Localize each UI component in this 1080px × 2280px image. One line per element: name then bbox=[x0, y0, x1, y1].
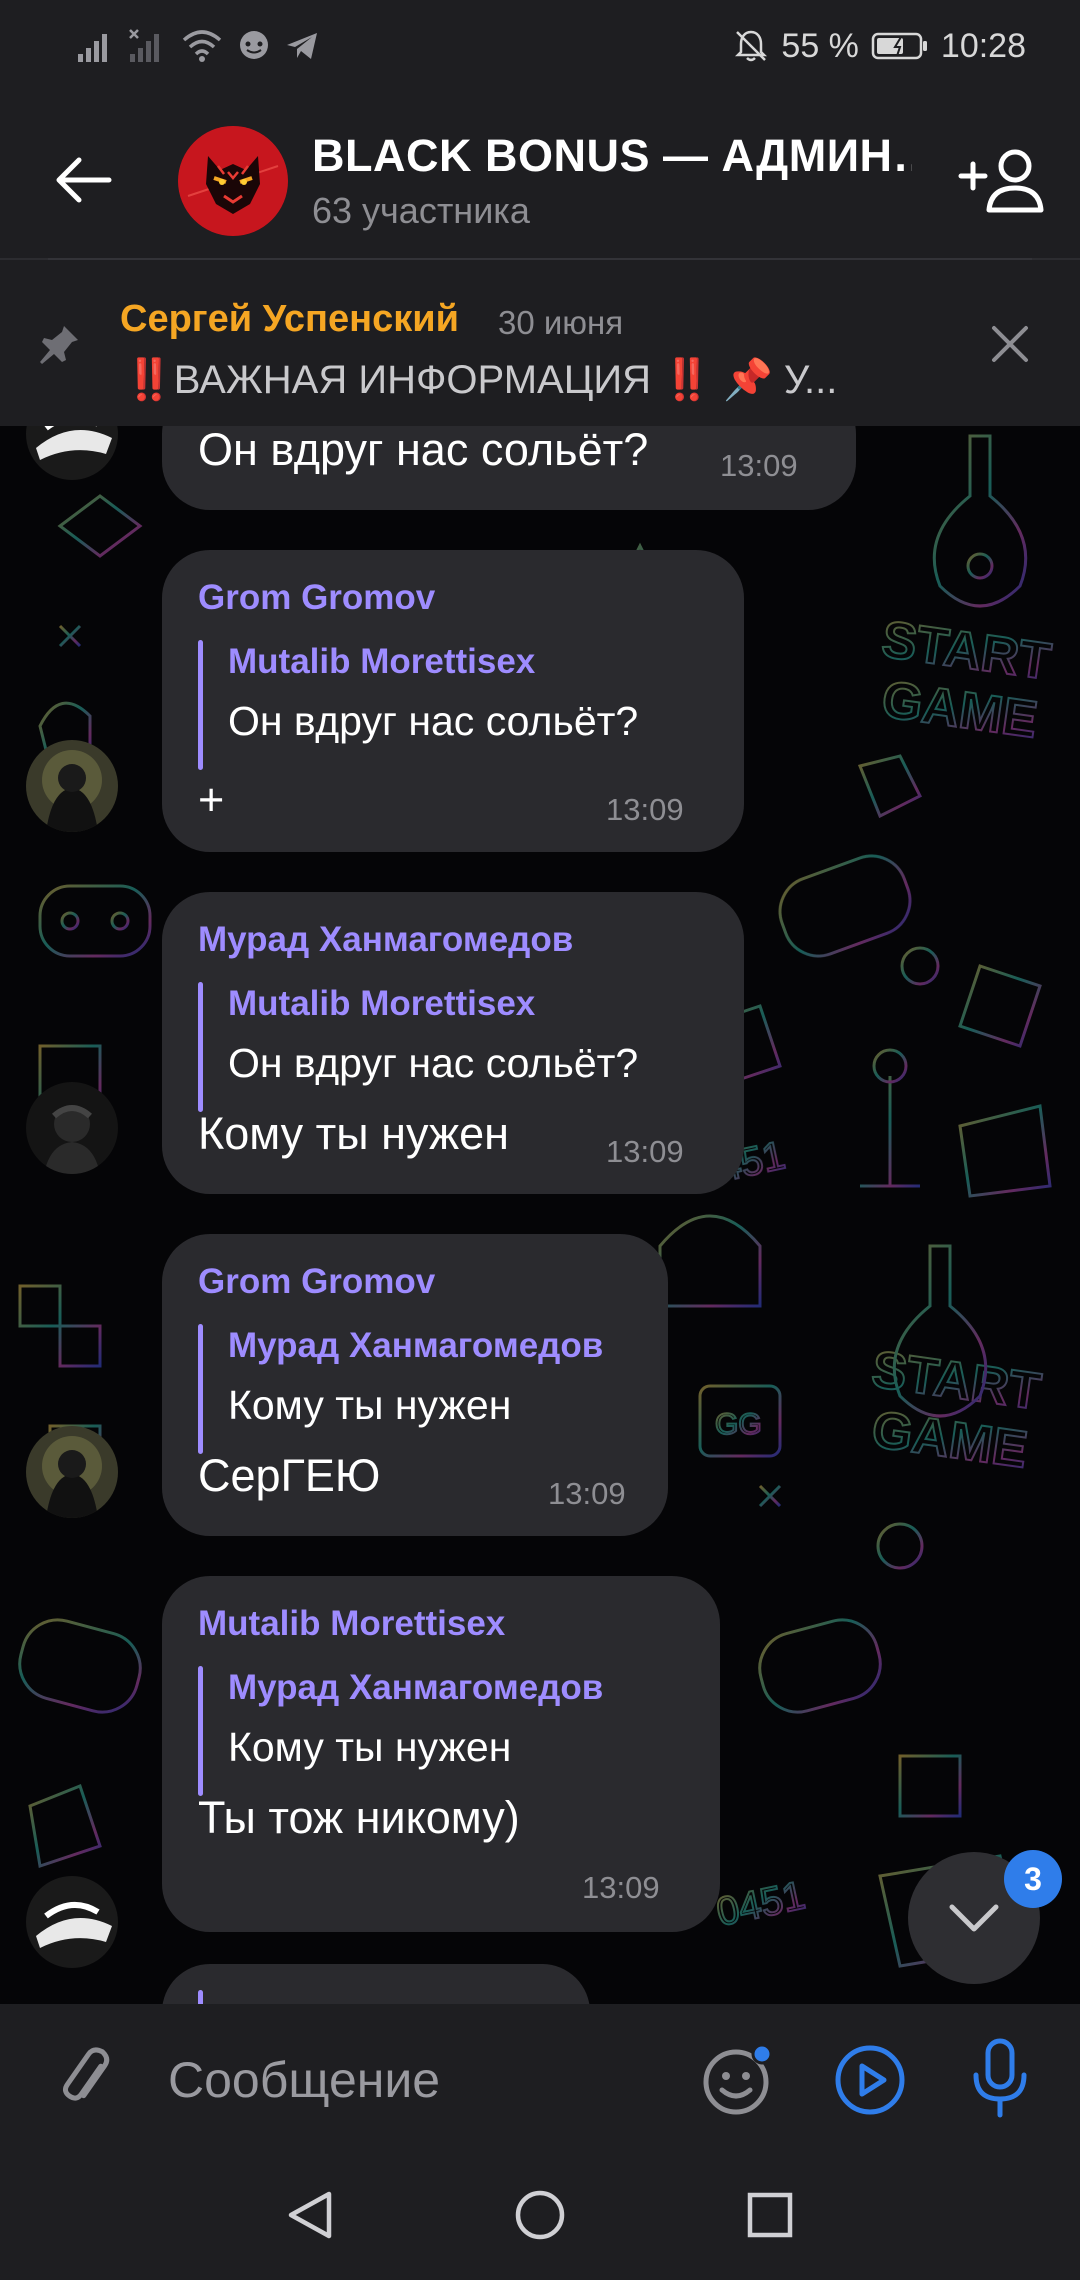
video-message-button[interactable] bbox=[830, 2040, 910, 2120]
reply-text[interactable]: Кому ты нужен bbox=[228, 1724, 511, 1771]
status-bar-right: 55 % 10:28 bbox=[733, 22, 1026, 70]
reply-text[interactable]: Он вдруг нас сольёт? bbox=[228, 698, 638, 745]
message-text: Он вдруг нас сольёт? bbox=[198, 426, 649, 475]
close-pinned-button[interactable] bbox=[980, 314, 1040, 374]
telegram-chat-screen: 55 % 10:28 BLACK BONUS — АДМИН… 63 участ… bbox=[0, 0, 1080, 2280]
message-time: 13:09 bbox=[720, 448, 798, 483]
reply-text[interactable]: Кому ты нужен bbox=[228, 1382, 511, 1429]
voice-message-button[interactable] bbox=[960, 2036, 1040, 2122]
message-time: 13:09 bbox=[548, 1476, 626, 1511]
reply-sender[interactable]: Mutalib Morettisex bbox=[228, 642, 535, 682]
message-time: 13:09 bbox=[606, 792, 684, 827]
message-text: СерГЕЮ bbox=[198, 1450, 381, 1501]
message-text: Кому ты нужен bbox=[198, 1108, 509, 1159]
paperclip-icon bbox=[62, 2047, 110, 2101]
message-sender[interactable]: Mutalib Morettisex bbox=[198, 1604, 505, 1644]
nav-recents-button[interactable] bbox=[730, 2180, 810, 2250]
message-list[interactable]: START GAME START GAME 0451 0451 GG Он вд… bbox=[0, 426, 1080, 2004]
participant-count[interactable]: 63 участника bbox=[312, 190, 530, 232]
person-add-icon bbox=[958, 149, 1044, 213]
reply-quote-bar bbox=[198, 982, 203, 1112]
system-navigation-bar bbox=[0, 2150, 1080, 2280]
avatar-image-icon bbox=[26, 740, 118, 832]
message-time: 13:09 bbox=[606, 1134, 684, 1169]
emoji-button[interactable] bbox=[698, 2040, 778, 2120]
circle-home-icon bbox=[515, 2190, 565, 2240]
nav-home-button[interactable] bbox=[500, 2180, 580, 2250]
message-bubble[interactable]: Он вдруг нас сольёт? 13:09 bbox=[162, 426, 856, 510]
microphone-icon bbox=[973, 2038, 1027, 2118]
reply-sender[interactable]: Mutalib Morettisex bbox=[228, 984, 535, 1024]
message-sender[interactable]: Grom Gromov bbox=[198, 578, 435, 618]
smiley-icon bbox=[703, 2043, 773, 2115]
message-time: 13:09 bbox=[582, 1870, 660, 1905]
battery-percent: 55 % bbox=[781, 26, 859, 65]
reply-quote-bar bbox=[198, 640, 203, 770]
reply-quote-bar bbox=[198, 1666, 203, 1796]
avatar-image-icon bbox=[26, 1876, 118, 1968]
reply-sender[interactable]: Мурад Ханмагомедов bbox=[228, 1326, 603, 1366]
message-bubble[interactable]: Mutalib Morettisex Мурад Ханмагомедов Ко… bbox=[162, 1576, 720, 1932]
message-sender[interactable]: Мурад Ханмагомедов bbox=[198, 920, 573, 960]
sender-avatar[interactable] bbox=[26, 1082, 118, 1174]
message-input[interactable] bbox=[168, 2040, 668, 2120]
chevron-down-icon bbox=[949, 1904, 999, 1932]
arrow-left-icon bbox=[56, 157, 112, 203]
tiger-logo-icon bbox=[178, 126, 288, 236]
reply-text[interactable]: Он вдруг нас сольёт? bbox=[228, 1040, 638, 1087]
signal-no-sim-icon bbox=[129, 29, 159, 62]
chat-header: BLACK BONUS — АДМИН… 63 участника bbox=[0, 92, 1080, 258]
close-icon bbox=[992, 326, 1028, 362]
reply-quote-bar bbox=[198, 1990, 203, 2004]
pinned-message-bar[interactable]: Сергей Успенский 30 июня ‼️ВАЖНАЯ ИНФОРМ… bbox=[0, 258, 1080, 426]
square-recents-icon bbox=[747, 2192, 793, 2238]
pinned-date: 30 июня bbox=[498, 304, 624, 341]
svg-text:0451: 0451 bbox=[713, 1873, 809, 1935]
play-circle-icon bbox=[835, 2045, 905, 2115]
pinned-author: Сергей Успенский bbox=[120, 298, 459, 340]
attach-button[interactable] bbox=[46, 2040, 126, 2120]
triangle-back-icon bbox=[288, 2191, 332, 2239]
message-text: Ты тож никому) bbox=[198, 1792, 520, 1843]
reply-sender[interactable]: Мурад Ханмагомедов bbox=[228, 1668, 603, 1708]
message-composer bbox=[0, 2004, 1080, 2150]
svg-text:GG: GG bbox=[715, 1408, 762, 1441]
reply-quote-bar bbox=[198, 1324, 203, 1454]
add-member-button[interactable] bbox=[954, 138, 1050, 224]
bell-off-icon bbox=[735, 30, 768, 62]
back-button[interactable] bbox=[40, 140, 126, 220]
pin-icon bbox=[40, 326, 78, 364]
avatar-image-icon bbox=[26, 1082, 118, 1174]
signal-icon bbox=[78, 34, 107, 62]
telegram-icon bbox=[287, 33, 317, 59]
nav-back-button[interactable] bbox=[270, 2180, 350, 2250]
sender-avatar[interactable] bbox=[26, 740, 118, 832]
group-avatar[interactable] bbox=[178, 126, 288, 236]
battery-icon bbox=[871, 32, 927, 60]
message-sender[interactable]: Grom Gromov bbox=[198, 1262, 435, 1302]
sender-avatar[interactable] bbox=[26, 1876, 118, 1968]
message-bubble[interactable] bbox=[162, 1964, 590, 2004]
clock: 10:28 bbox=[940, 26, 1026, 65]
chat-notification-icon bbox=[240, 31, 268, 59]
message-bubble[interactable]: Grom Gromov Мурад Ханмагомедов Кому ты н… bbox=[162, 1234, 668, 1536]
unread-count-badge: 3 bbox=[1004, 1850, 1062, 1908]
message-bubble[interactable]: Мурад Ханмагомедов Mutalib Morettisex Он… bbox=[162, 892, 744, 1194]
message-bubble[interactable]: Grom Gromov Mutalib Morettisex Он вдруг … bbox=[162, 550, 744, 852]
pinned-text: ‼️ВАЖНАЯ ИНФОРМАЦИЯ ‼️ 📌 У... bbox=[124, 358, 838, 402]
avatar-image-icon bbox=[26, 1426, 118, 1518]
wifi-icon bbox=[182, 30, 222, 62]
status-bar-left bbox=[76, 22, 320, 70]
message-text: + bbox=[198, 774, 225, 825]
sender-avatar[interactable] bbox=[26, 1426, 118, 1518]
chat-title[interactable]: BLACK BONUS — АДМИН… bbox=[312, 130, 912, 182]
status-bar: 55 % 10:28 bbox=[0, 0, 1080, 92]
